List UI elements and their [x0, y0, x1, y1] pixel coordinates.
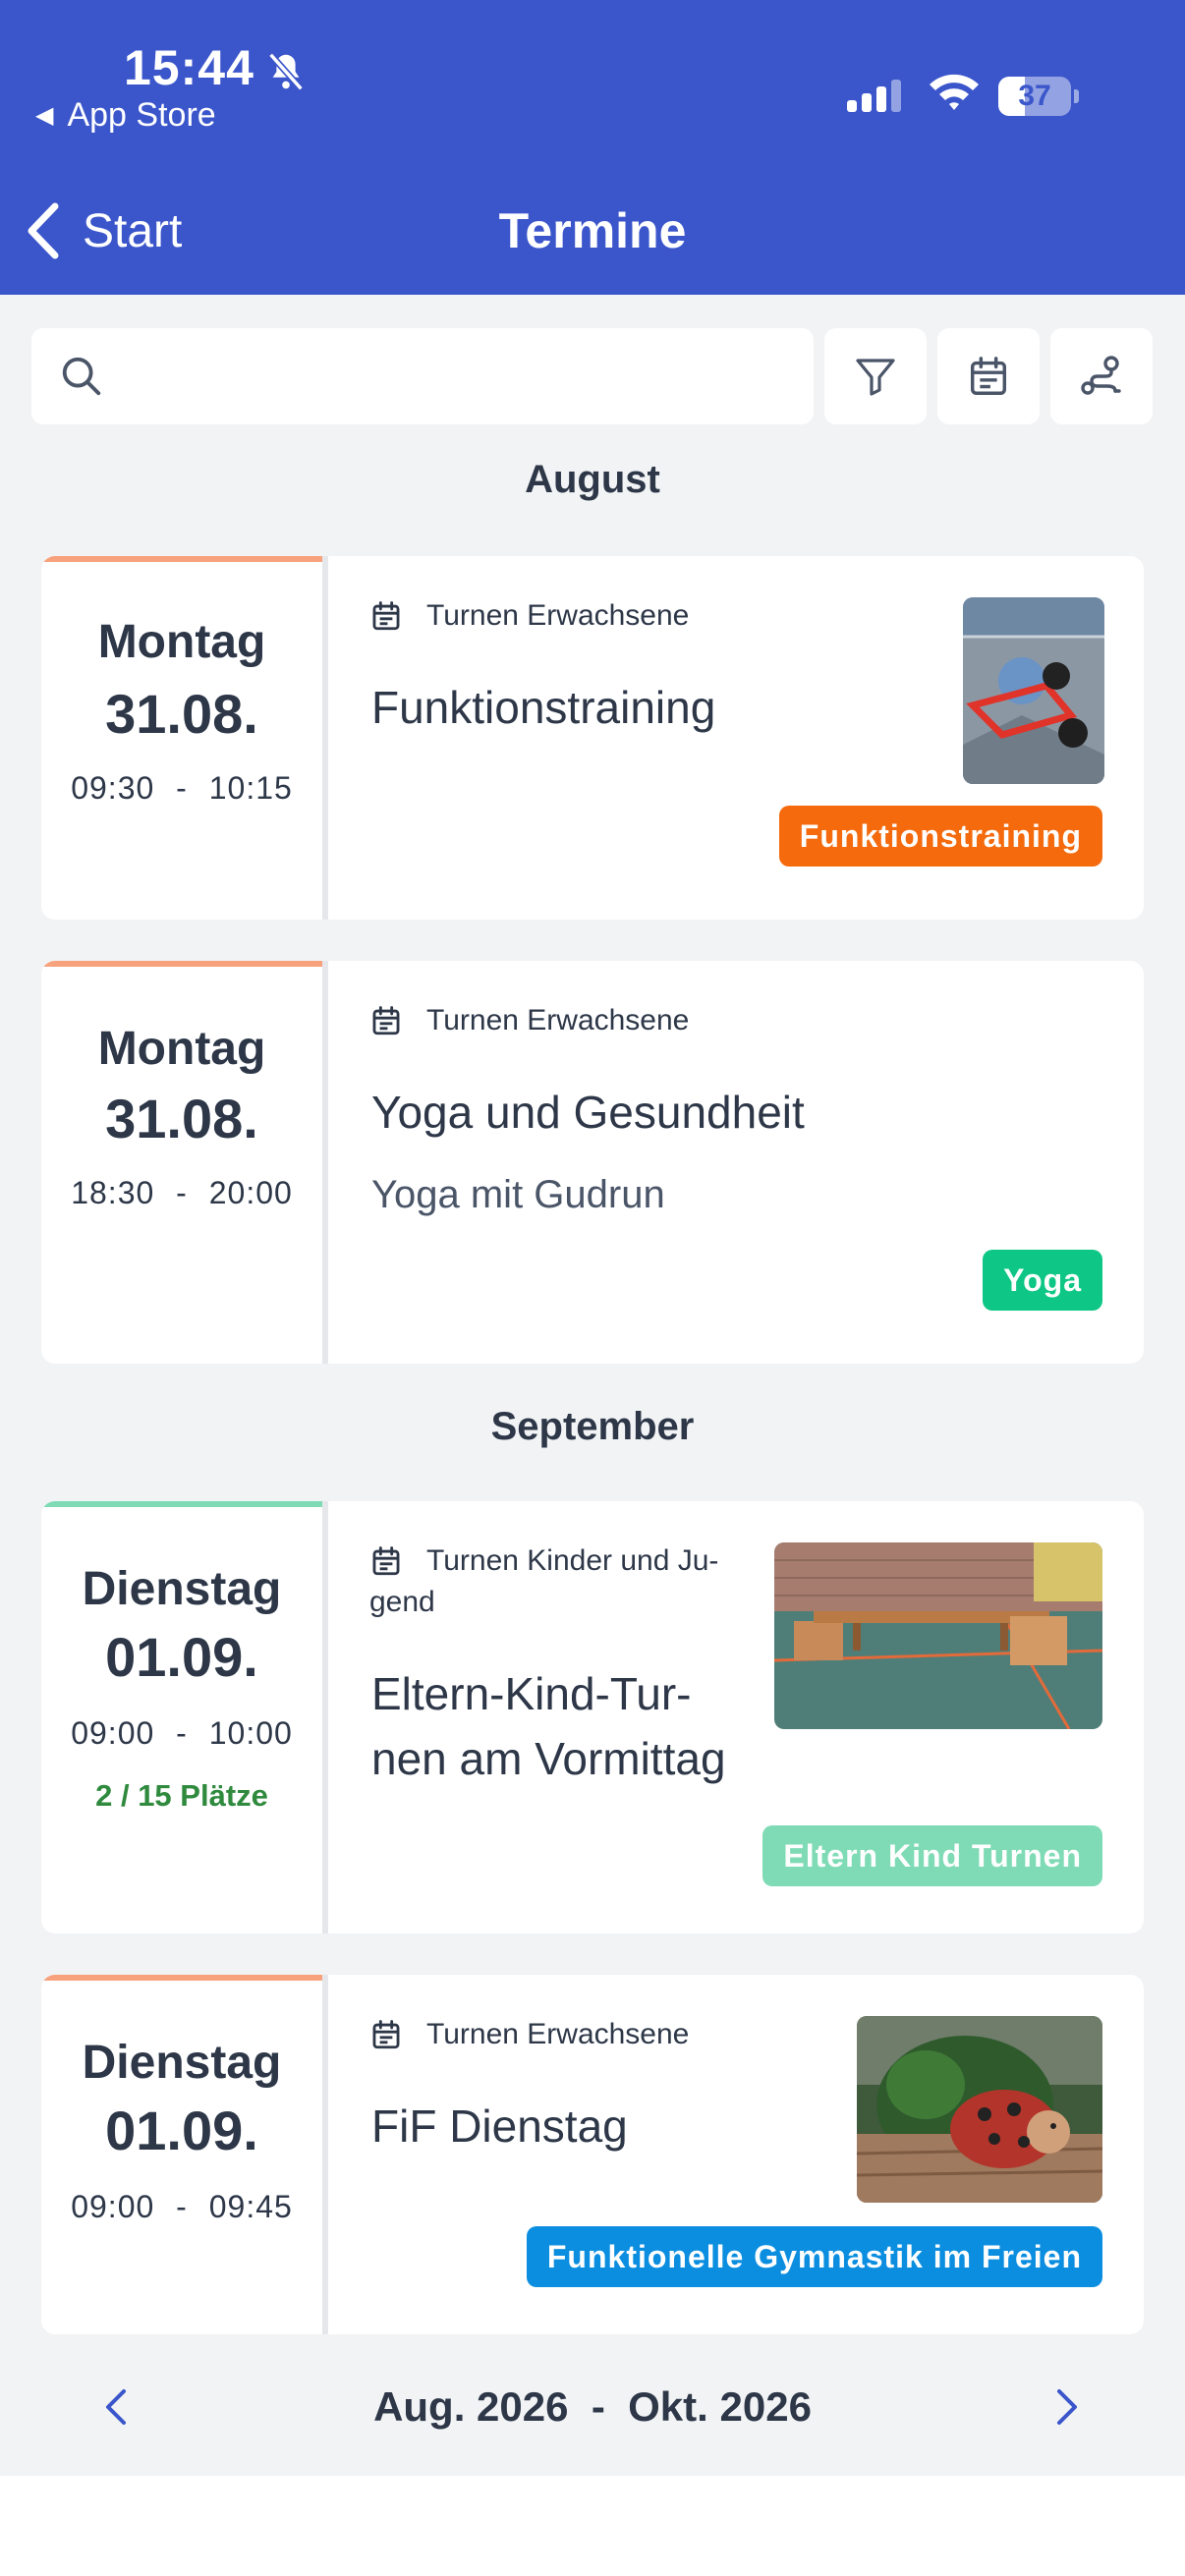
event-title: Funktionstraining — [371, 682, 716, 733]
chevron-right-icon — [1057, 2389, 1077, 2425]
event-weekday: Montag — [97, 616, 266, 668]
event-start-time: 09:00 — [71, 1715, 155, 1751]
event-category: Turnen Kinder und Ju- — [426, 1540, 718, 1582]
battery-level: 37 — [1018, 80, 1051, 112]
event-available-places: 2 / 15 Plätze — [95, 1778, 268, 1813]
date-range-label: Aug. 2026 - Okt. 2026 — [373, 2383, 812, 2430]
event-card[interactable]: Dienstag 01.09. 09:00 - 09:45 Turnen Erw… — [41, 1975, 1144, 2334]
event-category-line: Turnen Kinder und Ju- — [426, 1544, 719, 1577]
month-heading: September — [490, 1405, 695, 1448]
event-date: 31.08. — [105, 1088, 258, 1149]
search-icon — [62, 357, 101, 396]
event-weekday: Dienstag — [82, 1563, 282, 1615]
event-start-time: 09:00 — [71, 2189, 155, 2224]
bell-off-icon — [268, 52, 304, 91]
event-date-column: Montag 31.08. 09:30 - 10:15 — [41, 556, 322, 920]
event-image — [857, 2016, 1102, 2203]
event-date: 31.08. — [105, 683, 258, 745]
back-triangle-icon: ◀ — [35, 102, 54, 129]
back-app-label: App Store — [67, 96, 216, 134]
event-time: 09:00 - 10:00 — [41, 1715, 322, 1752]
event-category-line: gend — [369, 1586, 435, 1618]
search-bar — [31, 328, 814, 424]
event-time: 09:30 - 10:15 — [41, 770, 322, 807]
event-end-time: 10:00 — [208, 1715, 293, 1751]
event-title: Yoga und Gesundheit — [371, 1087, 805, 1138]
calendar-icon — [372, 1006, 400, 1036]
event-subtitle: Yoga mit Gudrun — [371, 1173, 665, 1216]
event-date: 01.09. — [105, 2100, 258, 2161]
event-tag: Funktionelle Gymnastik im Freien — [526, 2226, 1102, 2287]
time-separator: - — [176, 2189, 188, 2224]
event-end-time: 20:00 — [208, 1175, 293, 1210]
filter-button[interactable] — [824, 328, 927, 424]
event-tag: Yoga — [983, 1250, 1102, 1311]
event-title: Eltern-Kind-Tur- nen am Vormittag — [371, 1664, 726, 1788]
date-range-pager: Aug. 2026 - Okt. 2026 — [0, 2358, 1185, 2456]
next-range-button[interactable] — [1040, 2380, 1095, 2435]
event-time: 09:00 - 09:45 — [41, 2189, 322, 2225]
time-separator: - — [176, 1715, 188, 1751]
event-time: 18:30 - 20:00 — [41, 1175, 322, 1211]
event-title-line: Eltern-Kind-Tur- — [371, 1668, 692, 1719]
calendar-icon — [970, 357, 1007, 395]
month-heading: August — [525, 458, 660, 501]
battery-indicator: 37 — [998, 77, 1079, 116]
calendar-icon — [372, 1546, 400, 1576]
event-start-time: 18:30 — [71, 1175, 155, 1210]
filter-icon — [856, 359, 895, 396]
app-header: 15:44 ◀ App Store 37 Start Termine — [0, 0, 1185, 295]
time-separator: - — [176, 770, 188, 806]
event-category: Turnen Erwachsene — [426, 599, 690, 632]
event-date: 01.09. — [105, 1626, 258, 1688]
event-category: Turnen Erwachsene — [426, 1004, 690, 1036]
event-start-time: 09:30 — [71, 770, 155, 806]
event-date-column: Dienstag 01.09. 09:00 - 09:45 — [41, 1975, 322, 2334]
event-end-time: 09:45 — [208, 2189, 293, 2224]
event-date-column: Montag 31.08. 18:30 - 20:00 — [41, 961, 322, 1364]
event-tag: Funktionstraining — [778, 806, 1102, 867]
event-title-line: nen am Vormittag — [371, 1733, 726, 1784]
event-end-time: 10:15 — [208, 770, 293, 806]
back-to-app-link[interactable]: ◀ App Store — [35, 96, 216, 135]
event-card[interactable]: Montag 31.08. 09:30 - 10:15 Turnen Erwac… — [41, 556, 1144, 920]
event-card[interactable]: Montag 31.08. 18:30 - 20:00 Turnen Erwac… — [41, 961, 1144, 1364]
event-tag: Eltern Kind Turnen — [762, 1825, 1102, 1886]
time-separator: - — [176, 1175, 188, 1210]
route-icon — [1081, 356, 1121, 395]
event-card[interactable]: Dienstag 01.09. 09:00 - 10:00 2 / 15 Plä… — [41, 1501, 1144, 1933]
wifi-icon — [930, 74, 979, 110]
event-image — [963, 597, 1104, 784]
event-title: FiF Dienstag — [371, 2100, 628, 2152]
status-time: 15:44 — [124, 40, 254, 95]
event-weekday: Dienstag — [82, 2037, 282, 2089]
calendar-icon — [372, 601, 400, 631]
calendar-view-button[interactable] — [937, 328, 1040, 424]
calendar-icon — [372, 2020, 400, 2049]
page-title: Termine — [498, 203, 687, 258]
route-button[interactable] — [1050, 328, 1153, 424]
event-category: Turnen Erwachsene — [426, 2018, 690, 2050]
event-weekday: Montag — [97, 1023, 266, 1075]
search-input[interactable] — [124, 332, 814, 420]
bottom-area — [0, 2476, 1185, 2576]
cellular-signal-icon — [847, 80, 901, 112]
event-date-column: Dienstag 01.09. 09:00 - 10:00 2 / 15 Plä… — [41, 1501, 322, 1933]
event-image — [774, 1542, 1102, 1729]
